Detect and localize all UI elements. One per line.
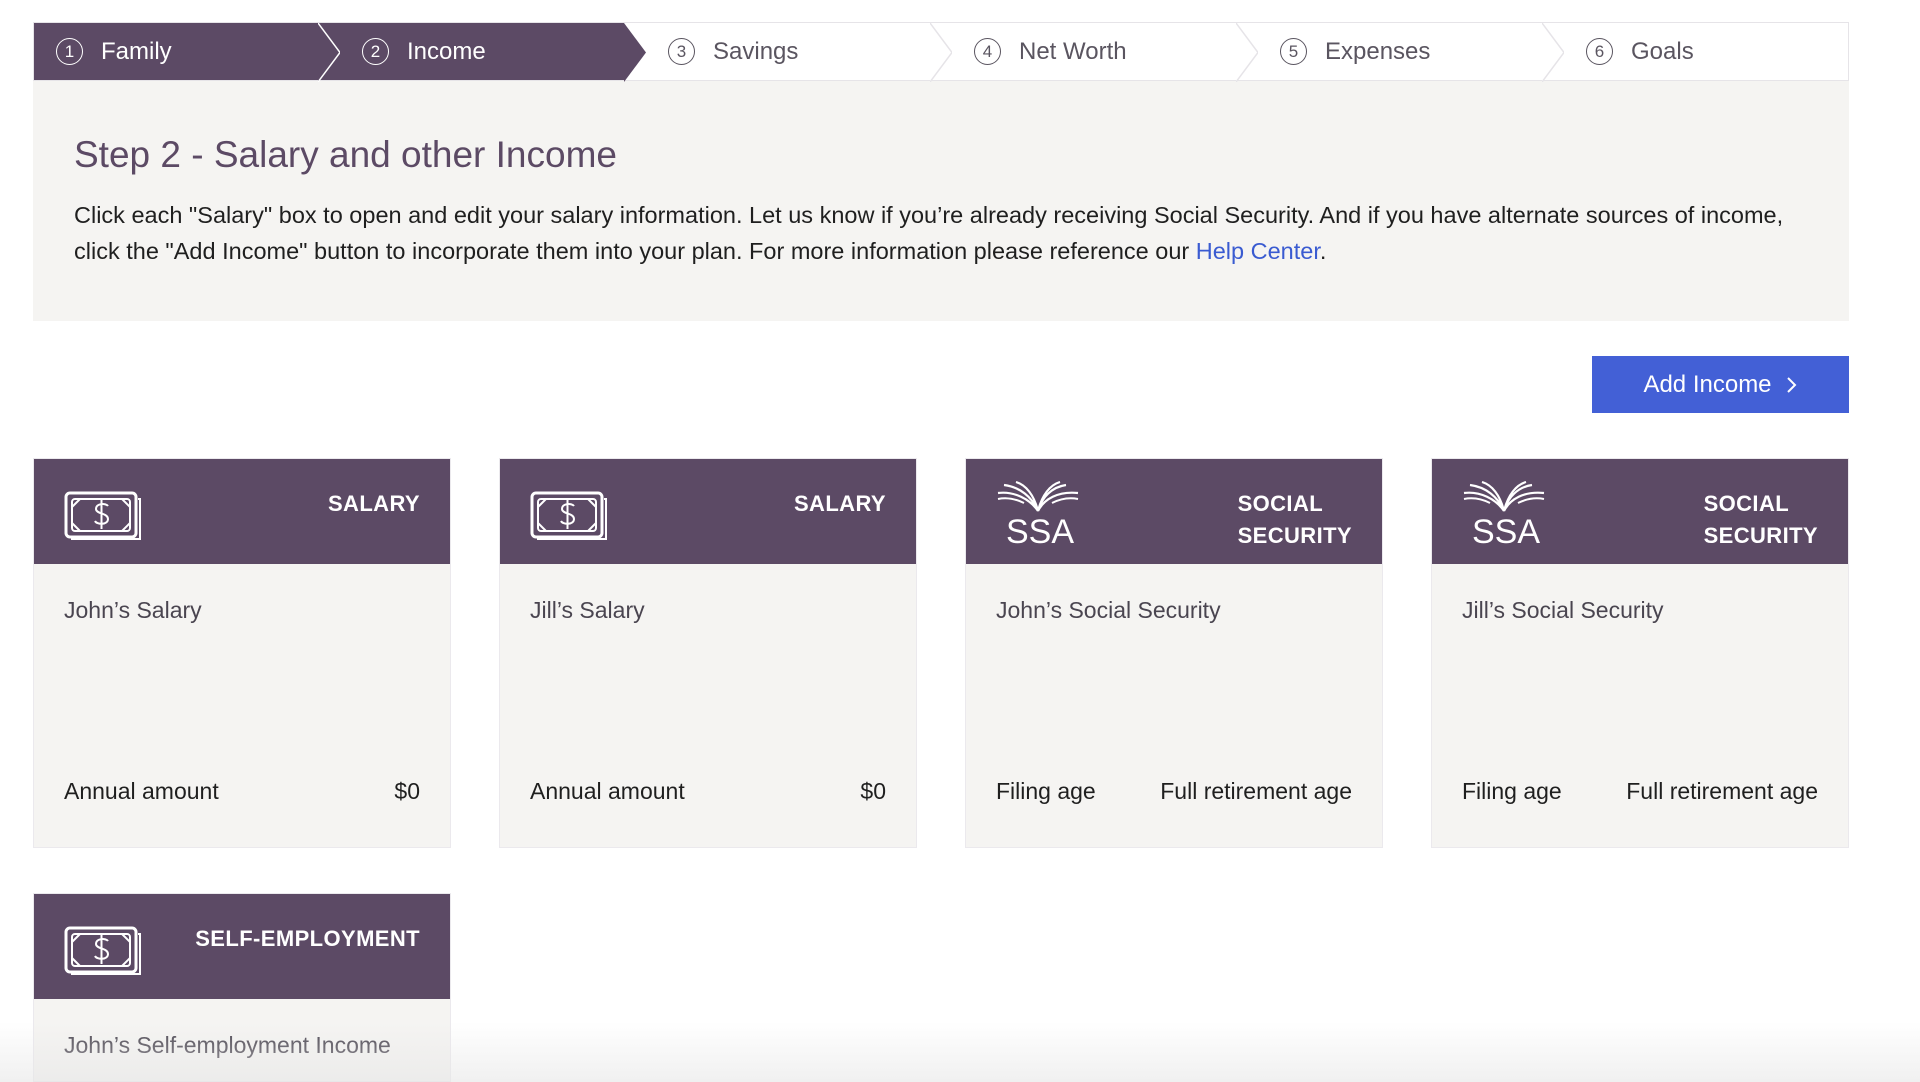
filing-age-label: Filing age	[996, 778, 1096, 804]
card-title: Jill’s Salary	[530, 597, 645, 623]
step-number-2: 2	[362, 38, 389, 65]
card-header: SELF-EMPLOYMENT	[34, 894, 450, 999]
money-icon	[64, 926, 141, 975]
step-number-5: 5	[1280, 38, 1307, 65]
card-body: Jill’s Salary Annual amount $0	[500, 564, 916, 847]
card-footer: Filing age Full retirement age	[1462, 778, 1818, 805]
progress-stepper: 1 Family 2 Income 3 Savings 4 Net Worth …	[33, 22, 1849, 82]
annual-amount-value: $0	[860, 778, 886, 804]
step-net-worth[interactable]: 4 Net Worth	[930, 23, 1258, 82]
card-type-label: SALARY	[793, 491, 886, 516]
step-expenses[interactable]: 5 Expenses	[1236, 23, 1564, 82]
card-body: John’s Social Security Filing age Full r…	[966, 564, 1382, 847]
page-title: Step 2 - Salary and other Income	[74, 134, 617, 175]
full-retirement-age-label: Full retirement age	[1160, 778, 1352, 804]
chevron-right-icon	[1786, 376, 1796, 393]
step-label: Income	[407, 37, 486, 65]
step-chevron-icon	[624, 23, 646, 82]
card-body: Jill’s Social Security Filing age Full r…	[1432, 564, 1848, 847]
step-label: Family	[101, 37, 172, 65]
card-type-label: SOCIAL SECURITY	[1704, 488, 1818, 552]
step-number-1: 1	[56, 38, 83, 65]
step-family[interactable]: 1 Family	[34, 23, 340, 82]
card-type-line1: SOCIAL	[1703, 491, 1790, 516]
eagle-icon	[997, 480, 1079, 512]
card-body: John’s Self-employment Income	[34, 999, 450, 1082]
salary-card-john[interactable]: SALARY John’s Salary Annual amount $0	[33, 458, 451, 848]
social-security-card-john[interactable]: SSA SOCIAL SECURITY John’s Social Securit…	[965, 458, 1383, 848]
card-body: John’s Salary Annual amount $0	[34, 564, 450, 847]
card-footer: Annual amount $0	[64, 778, 420, 805]
intro-text: Click each "Salary" box to open and edit…	[74, 197, 1808, 269]
filing-age-label: Filing age	[1462, 778, 1562, 804]
ssa-logo-text: SSA	[1006, 513, 1075, 551]
annual-amount-label: Annual amount	[530, 778, 685, 804]
step-label: Goals	[1631, 37, 1694, 65]
card-type-line2: SECURITY	[1703, 523, 1818, 548]
ssa-logo: SSA	[994, 480, 1084, 551]
money-icon	[530, 491, 607, 540]
card-type-label: SALARY	[327, 491, 420, 516]
card-header: SALARY	[34, 459, 450, 564]
card-type-line2: SECURITY	[1237, 523, 1352, 548]
step-chevron-icon	[318, 23, 340, 82]
step-income[interactable]: 2 Income	[318, 23, 646, 82]
card-header: SSA SOCIAL SECURITY	[966, 459, 1382, 564]
step-chevron-icon	[1236, 23, 1258, 82]
step-chevron-icon	[930, 23, 952, 82]
card-type-label: SOCIAL SECURITY	[1238, 488, 1352, 552]
social-security-card-jill[interactable]: SSA SOCIAL SECURITY Jill’s Social Securit…	[1431, 458, 1849, 848]
salary-card-jill[interactable]: SALARY Jill’s Salary Annual amount $0	[499, 458, 917, 848]
intro-text-end: .	[1319, 238, 1327, 265]
card-title: John’s Salary	[64, 597, 202, 623]
help-center-link[interactable]: Help Center	[1196, 238, 1320, 264]
step-label: Savings	[713, 37, 799, 65]
ssa-logo: SSA	[1460, 480, 1550, 551]
full-retirement-age-label: Full retirement age	[1626, 778, 1818, 804]
card-type-line1: SOCIAL	[1237, 491, 1324, 516]
card-header: SSA SOCIAL SECURITY	[1432, 459, 1848, 564]
ssa-logo-text: SSA	[1472, 513, 1541, 551]
intro-text-body: Click each "Salary" box to open and edit…	[74, 202, 1784, 265]
card-title: Jill’s Social Security	[1462, 597, 1664, 623]
annual-amount-label: Annual amount	[64, 778, 219, 804]
step-chevron-icon	[1542, 23, 1564, 82]
step-number-4: 4	[974, 38, 1001, 65]
money-icon	[64, 491, 141, 540]
step-label: Expenses	[1325, 37, 1431, 65]
annual-amount-value: $0	[394, 778, 420, 804]
card-footer: Annual amount $0	[530, 778, 886, 805]
add-income-button[interactable]: Add Income	[1592, 356, 1849, 413]
eagle-icon	[1463, 480, 1545, 512]
card-header: SALARY	[500, 459, 916, 564]
card-title: John’s Self-employment Income	[64, 1032, 391, 1058]
step-number-6: 6	[1586, 38, 1613, 65]
step-label: Net Worth	[1019, 37, 1127, 65]
card-footer: Filing age Full retirement age	[996, 778, 1352, 805]
card-type-label: SELF-EMPLOYMENT	[195, 926, 420, 951]
step-goals[interactable]: 6 Goals	[1542, 23, 1848, 80]
intro-panel: Step 2 - Salary and other Income Click e…	[33, 81, 1849, 321]
self-employment-card-john[interactable]: SELF-EMPLOYMENT John’s Self-employment I…	[33, 893, 451, 1082]
step-savings[interactable]: 3 Savings	[624, 23, 952, 82]
card-title: John’s Social Security	[996, 597, 1221, 623]
step-number-3: 3	[668, 38, 695, 65]
add-income-label: Add Income	[1643, 370, 1772, 398]
